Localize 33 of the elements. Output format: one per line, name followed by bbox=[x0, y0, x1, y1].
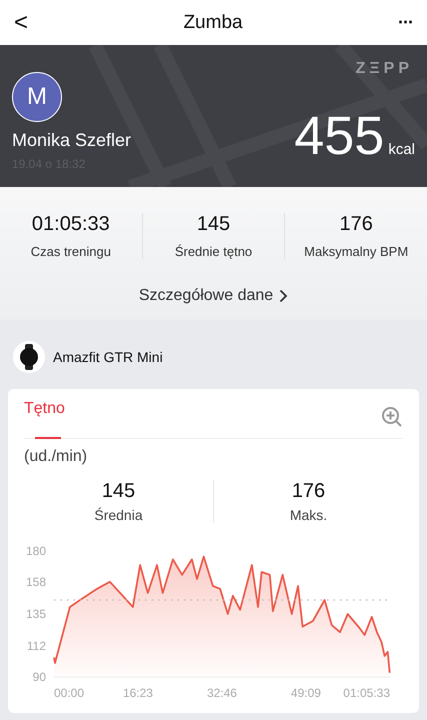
more-button[interactable]: ··· bbox=[398, 12, 413, 33]
x-tick-label: 01:05:33 bbox=[343, 686, 390, 700]
brand-logo: ZΞPP bbox=[356, 60, 413, 78]
x-tick-label: 49:09 bbox=[290, 686, 321, 700]
x-tick-label: 16:23 bbox=[122, 686, 153, 700]
details-link[interactable]: Szczegółowe dane bbox=[0, 286, 427, 306]
back-button[interactable]: < bbox=[14, 8, 28, 36]
y-tick-label: 158 bbox=[26, 574, 46, 589]
summary-value: 176 bbox=[292, 480, 326, 503]
user-name: Monika Szefler bbox=[12, 130, 132, 151]
x-tick-label: 00:00 bbox=[54, 686, 84, 700]
calories-unit: kcal bbox=[388, 141, 415, 158]
stat-value: 01:05:33 bbox=[32, 213, 110, 236]
summary-label: Maks. bbox=[290, 507, 328, 523]
unit-label: (ud./min) bbox=[24, 448, 88, 466]
y-tick-label: 180 bbox=[26, 544, 46, 558]
chevron-right-icon bbox=[279, 289, 288, 303]
stat-label: Maksymalny BPM bbox=[304, 244, 408, 259]
stat-value: 145 bbox=[196, 213, 230, 236]
summary-label: Średnia bbox=[94, 507, 143, 523]
y-tick-label: 135 bbox=[26, 607, 46, 621]
x-tick-label: 32:46 bbox=[206, 686, 237, 700]
device-name: Amazfit GTR Mini bbox=[53, 349, 163, 365]
stat-label: Czas treningu bbox=[30, 244, 111, 259]
calories-value: 455 bbox=[294, 105, 384, 167]
page-title: Zumba bbox=[183, 12, 243, 34]
chart-tab[interactable]: Tętno bbox=[24, 400, 65, 439]
stat-value: 176 bbox=[339, 213, 373, 236]
y-tick-label: 90 bbox=[32, 670, 46, 684]
summary-value: 145 bbox=[102, 480, 136, 503]
zoom-in-icon[interactable] bbox=[381, 406, 403, 428]
stat-label: Średnie tętno bbox=[174, 244, 252, 259]
y-tick-label: 112 bbox=[26, 639, 46, 654]
